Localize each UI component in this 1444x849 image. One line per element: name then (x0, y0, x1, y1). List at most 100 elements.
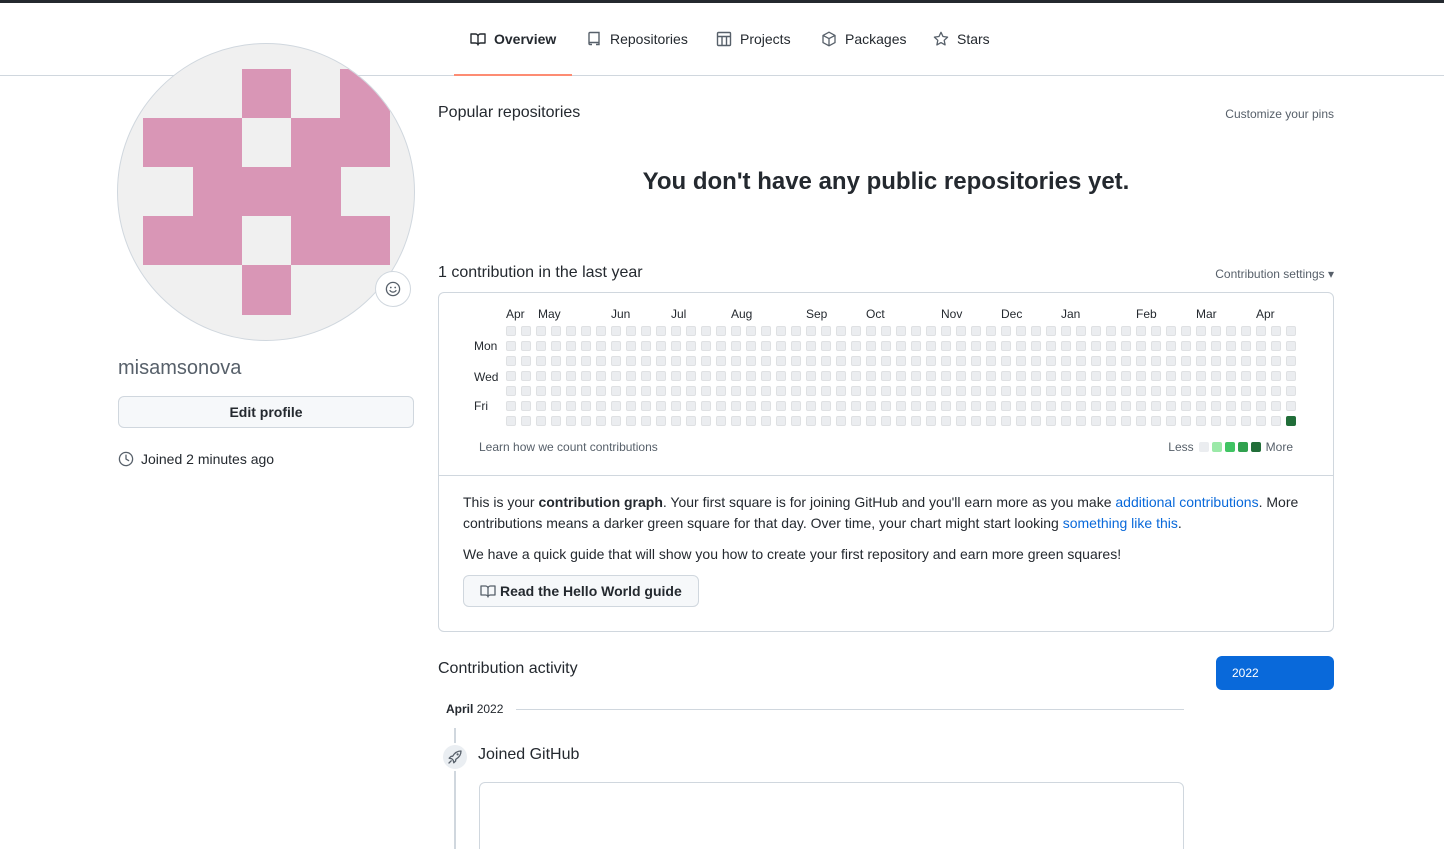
contribution-day[interactable] (956, 356, 966, 366)
contribution-day[interactable] (551, 356, 561, 366)
contribution-day[interactable] (1241, 341, 1251, 351)
contribution-day[interactable] (836, 371, 846, 381)
contribution-day[interactable] (671, 371, 681, 381)
contribution-day[interactable] (896, 401, 906, 411)
contribution-day[interactable] (1241, 386, 1251, 396)
contribution-day[interactable] (701, 371, 711, 381)
edit-profile-button[interactable]: Edit profile (118, 396, 414, 428)
contribution-day[interactable] (851, 371, 861, 381)
contribution-day[interactable] (1256, 341, 1266, 351)
contribution-day[interactable] (551, 386, 561, 396)
contribution-day[interactable] (1241, 416, 1251, 426)
set-status-button[interactable] (375, 271, 411, 307)
contribution-day[interactable] (761, 326, 771, 336)
contribution-day[interactable] (1076, 326, 1086, 336)
contribution-day[interactable] (1001, 371, 1011, 381)
contribution-day[interactable] (701, 416, 711, 426)
contribution-day[interactable] (806, 356, 816, 366)
contribution-day[interactable] (626, 326, 636, 336)
contribution-day[interactable] (1286, 371, 1296, 381)
contribution-day[interactable] (596, 416, 606, 426)
contribution-day[interactable] (746, 371, 756, 381)
contribution-day[interactable] (1091, 401, 1101, 411)
contribution-day[interactable] (1196, 371, 1206, 381)
contribution-day[interactable] (851, 341, 861, 351)
contribution-day[interactable] (941, 386, 951, 396)
contribution-day[interactable] (821, 401, 831, 411)
contribution-day[interactable] (536, 356, 546, 366)
contribution-day[interactable] (926, 371, 936, 381)
contribution-day[interactable] (836, 356, 846, 366)
contribution-day[interactable] (1076, 371, 1086, 381)
contribution-day[interactable] (836, 341, 846, 351)
contribution-day[interactable] (956, 341, 966, 351)
contribution-day[interactable] (1121, 356, 1131, 366)
contribution-day[interactable] (1016, 356, 1026, 366)
contribution-day[interactable] (1136, 371, 1146, 381)
contribution-day[interactable] (941, 371, 951, 381)
contribution-day[interactable] (506, 341, 516, 351)
contribution-day[interactable] (851, 401, 861, 411)
contribution-day[interactable] (521, 326, 531, 336)
contribution-day[interactable] (626, 386, 636, 396)
contribution-day[interactable] (1091, 356, 1101, 366)
contribution-day[interactable] (866, 341, 876, 351)
contribution-day[interactable] (1211, 326, 1221, 336)
contribution-day[interactable] (731, 371, 741, 381)
contribution-day[interactable] (806, 386, 816, 396)
contribution-day[interactable] (1061, 341, 1071, 351)
contribution-day[interactable] (761, 386, 771, 396)
additional-contributions-link[interactable]: additional contributions (1115, 494, 1258, 510)
contribution-day[interactable] (791, 371, 801, 381)
contribution-day[interactable] (1256, 386, 1266, 396)
contribution-day[interactable] (851, 386, 861, 396)
contribution-day[interactable] (911, 356, 921, 366)
contribution-day[interactable] (1121, 401, 1131, 411)
contribution-day[interactable] (1046, 371, 1056, 381)
contribution-day[interactable] (701, 341, 711, 351)
contribution-day[interactable] (971, 401, 981, 411)
contribution-day[interactable] (821, 326, 831, 336)
contribution-day[interactable] (1271, 341, 1281, 351)
contribution-day[interactable] (986, 341, 996, 351)
contribution-day[interactable] (941, 341, 951, 351)
contribution-day[interactable] (1151, 356, 1161, 366)
contribution-day[interactable] (731, 401, 741, 411)
contribution-day[interactable] (1031, 371, 1041, 381)
contribution-day[interactable] (536, 341, 546, 351)
tab-projects[interactable]: Projects (716, 3, 791, 75)
contribution-day-active[interactable] (1286, 416, 1296, 426)
avatar[interactable] (117, 43, 415, 341)
contribution-day[interactable] (566, 401, 576, 411)
contribution-day[interactable] (671, 416, 681, 426)
contribution-day[interactable] (956, 416, 966, 426)
contribution-day[interactable] (1226, 326, 1236, 336)
contribution-day[interactable] (866, 401, 876, 411)
contribution-day[interactable] (656, 401, 666, 411)
contribution-day[interactable] (1016, 341, 1026, 351)
contribution-day[interactable] (1181, 356, 1191, 366)
contribution-day[interactable] (1031, 416, 1041, 426)
contribution-day[interactable] (926, 326, 936, 336)
contribution-day[interactable] (941, 416, 951, 426)
contribution-day[interactable] (1046, 386, 1056, 396)
contribution-day[interactable] (686, 356, 696, 366)
contribution-day[interactable] (1091, 416, 1101, 426)
contribution-day[interactable] (521, 416, 531, 426)
contribution-day[interactable] (941, 326, 951, 336)
contribution-day[interactable] (521, 371, 531, 381)
contribution-day[interactable] (1151, 326, 1161, 336)
contribution-day[interactable] (881, 341, 891, 351)
contribution-day[interactable] (506, 356, 516, 366)
contribution-day[interactable] (1226, 341, 1236, 351)
contribution-day[interactable] (566, 341, 576, 351)
contribution-day[interactable] (1061, 386, 1071, 396)
contribution-day[interactable] (986, 326, 996, 336)
contribution-day[interactable] (551, 401, 561, 411)
contribution-day[interactable] (971, 416, 981, 426)
contribution-day[interactable] (1121, 326, 1131, 336)
contribution-day[interactable] (1106, 326, 1116, 336)
contribution-day[interactable] (566, 386, 576, 396)
contribution-day[interactable] (731, 326, 741, 336)
contribution-day[interactable] (926, 401, 936, 411)
